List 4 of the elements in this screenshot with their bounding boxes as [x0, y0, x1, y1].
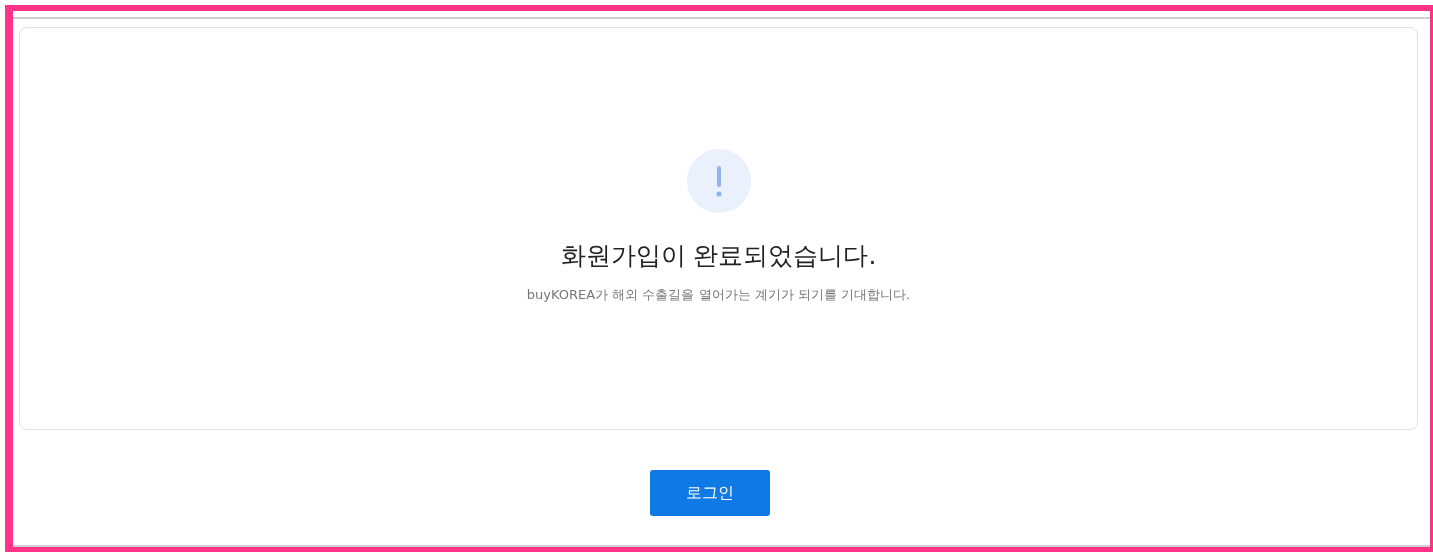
login-button[interactable]: 로그인: [649, 470, 770, 516]
message-title: 화원가입이 완료되었습니다.: [560, 240, 877, 272]
exclamation-icon: [686, 149, 751, 213]
message-subtitle: buyKOREA가 해외 수출길을 열어가는 계기가 되기를 기대합니다.: [526, 286, 911, 304]
